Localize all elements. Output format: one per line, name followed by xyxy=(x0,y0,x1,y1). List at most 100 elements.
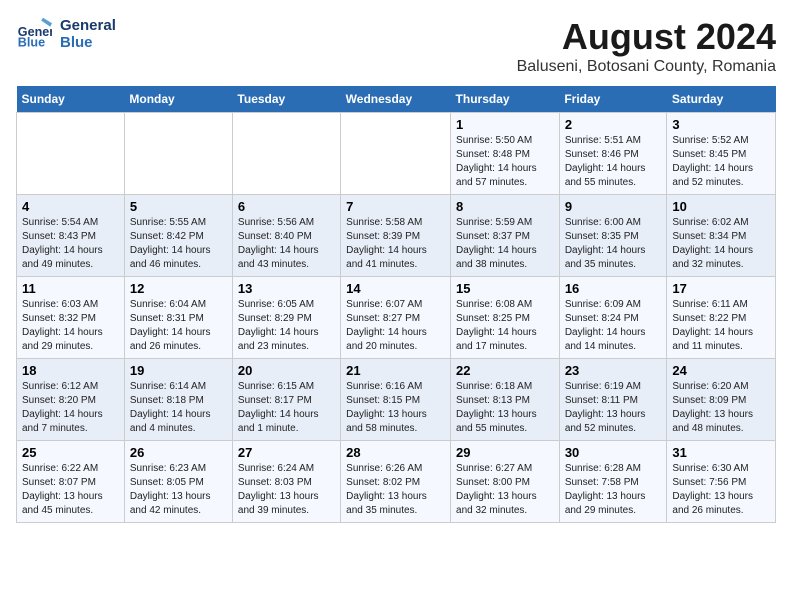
calendar-week-3: 11Sunrise: 6:03 AM Sunset: 8:32 PM Dayli… xyxy=(17,277,776,359)
header-wednesday: Wednesday xyxy=(341,86,451,113)
day-info: Sunrise: 6:19 AM Sunset: 8:11 PM Dayligh… xyxy=(565,380,662,436)
calendar-cell: 13 Sunrise: 6:05 AM Sunset: 8:29 PM Dayli… xyxy=(232,277,340,359)
calendar-cell xyxy=(124,113,232,195)
day-number: 2 xyxy=(565,117,662,132)
day-number: 30 xyxy=(565,445,662,460)
calendar-cell: 24Sunrise: 6:20 AM Sunset: 8:09 PM Dayli… xyxy=(667,359,776,441)
calendar-table: SundayMondayTuesdayWednesdayThursdayFrid… xyxy=(16,86,776,523)
header-tuesday: Tuesday xyxy=(232,86,340,113)
day-info: Sunrise: 6:24 AM Sunset: 8:03 PM Dayligh… xyxy=(238,462,335,518)
day-info: Sunrise: 6:16 AM Sunset: 8:15 PM Dayligh… xyxy=(346,380,445,436)
day-number: 21 xyxy=(346,363,445,378)
day-number: 3 xyxy=(672,117,770,132)
day-info: Sunrise: 6:08 AM Sunset: 8:25 PM Dayligh… xyxy=(456,298,554,354)
day-info: Sunrise: 5:54 AM Sunset: 8:43 PM Dayligh… xyxy=(22,216,119,272)
day-number: 6 xyxy=(238,199,335,214)
calendar-cell: 6 Sunrise: 5:56 AM Sunset: 8:40 PM Daylig… xyxy=(232,195,340,277)
day-number: 8 xyxy=(456,199,554,214)
day-info: Sunrise: 6:00 AM Sunset: 8:35 PM Dayligh… xyxy=(565,216,662,272)
calendar-cell: 18Sunrise: 6:12 AM Sunset: 8:20 PM Dayli… xyxy=(17,359,125,441)
day-info: Sunrise: 5:52 AM Sunset: 8:45 PM Dayligh… xyxy=(672,134,770,190)
calendar-week-4: 18Sunrise: 6:12 AM Sunset: 8:20 PM Dayli… xyxy=(17,359,776,441)
calendar-cell: 5Sunrise: 5:55 AM Sunset: 8:42 PM Daylig… xyxy=(124,195,232,277)
day-number: 24 xyxy=(672,363,770,378)
page-header: General Blue General Blue August 2024 Ba… xyxy=(16,16,776,76)
day-number: 28 xyxy=(346,445,445,460)
day-number: 13 xyxy=(238,281,335,296)
day-info: Sunrise: 6:12 AM Sunset: 8:20 PM Dayligh… xyxy=(22,380,119,436)
calendar-cell: 16 Sunrise: 6:09 AM Sunset: 8:24 PM Dayli… xyxy=(559,277,667,359)
calendar-cell: 22 Sunrise: 6:18 AM Sunset: 8:13 PM Dayli… xyxy=(451,359,560,441)
day-info: Sunrise: 6:22 AM Sunset: 8:07 PM Dayligh… xyxy=(22,462,119,518)
calendar-cell: 23 Sunrise: 6:19 AM Sunset: 8:11 PM Dayli… xyxy=(559,359,667,441)
day-info: Sunrise: 5:59 AM Sunset: 8:37 PM Dayligh… xyxy=(456,216,554,272)
svg-text:Blue: Blue xyxy=(18,36,45,50)
day-info: Sunrise: 6:28 AM Sunset: 7:58 PM Dayligh… xyxy=(565,462,662,518)
logo-line1: General xyxy=(60,17,116,34)
day-info: Sunrise: 6:30 AM Sunset: 7:56 PM Dayligh… xyxy=(672,462,770,518)
header-sunday: Sunday xyxy=(17,86,125,113)
day-info: Sunrise: 5:51 AM Sunset: 8:46 PM Dayligh… xyxy=(565,134,662,190)
day-info: Sunrise: 5:50 AM Sunset: 8:48 PM Dayligh… xyxy=(456,134,554,190)
day-info: Sunrise: 5:56 AM Sunset: 8:40 PM Dayligh… xyxy=(238,216,335,272)
header-monday: Monday xyxy=(124,86,232,113)
title-block: August 2024 Baluseni, Botosani County, R… xyxy=(517,16,776,76)
day-number: 11 xyxy=(22,281,119,296)
calendar-cell: 14Sunrise: 6:07 AM Sunset: 8:27 PM Dayli… xyxy=(341,277,451,359)
day-number: 10 xyxy=(672,199,770,214)
calendar-cell: 28 Sunrise: 6:26 AM Sunset: 8:02 PM Dayli… xyxy=(341,441,451,523)
day-info: Sunrise: 6:26 AM Sunset: 8:02 PM Dayligh… xyxy=(346,462,445,518)
calendar-cell: 19 Sunrise: 6:14 AM Sunset: 8:18 PM Dayli… xyxy=(124,359,232,441)
calendar-cell: 2 Sunrise: 5:51 AM Sunset: 8:46 PM Daylig… xyxy=(559,113,667,195)
calendar-cell: 4 Sunrise: 5:54 AM Sunset: 8:43 PM Daylig… xyxy=(17,195,125,277)
day-number: 26 xyxy=(130,445,227,460)
day-number: 17 xyxy=(672,281,770,296)
day-info: Sunrise: 6:04 AM Sunset: 8:31 PM Dayligh… xyxy=(130,298,227,354)
calendar-cell: 29Sunrise: 6:27 AM Sunset: 8:00 PM Dayli… xyxy=(451,441,560,523)
day-number: 31 xyxy=(672,445,770,460)
day-number: 23 xyxy=(565,363,662,378)
day-number: 4 xyxy=(22,199,119,214)
day-info: Sunrise: 6:05 AM Sunset: 8:29 PM Dayligh… xyxy=(238,298,335,354)
day-info: Sunrise: 6:23 AM Sunset: 8:05 PM Dayligh… xyxy=(130,462,227,518)
day-number: 20 xyxy=(238,363,335,378)
day-number: 16 xyxy=(565,281,662,296)
day-info: Sunrise: 6:18 AM Sunset: 8:13 PM Dayligh… xyxy=(456,380,554,436)
day-number: 14 xyxy=(346,281,445,296)
calendar-cell: 1 Sunrise: 5:50 AM Sunset: 8:48 PM Daylig… xyxy=(451,113,560,195)
day-number: 29 xyxy=(456,445,554,460)
day-info: Sunrise: 6:09 AM Sunset: 8:24 PM Dayligh… xyxy=(565,298,662,354)
calendar-cell: 26 Sunrise: 6:23 AM Sunset: 8:05 PM Dayli… xyxy=(124,441,232,523)
calendar-cell: 30 Sunrise: 6:28 AM Sunset: 7:58 PM Dayli… xyxy=(559,441,667,523)
calendar-cell: 7Sunrise: 5:58 AM Sunset: 8:39 PM Daylig… xyxy=(341,195,451,277)
day-info: Sunrise: 6:14 AM Sunset: 8:18 PM Dayligh… xyxy=(130,380,227,436)
logo: General Blue General Blue xyxy=(16,16,116,52)
calendar-cell: 3 Sunrise: 5:52 AM Sunset: 8:45 PM Daylig… xyxy=(667,113,776,195)
day-number: 22 xyxy=(456,363,554,378)
day-info: Sunrise: 5:55 AM Sunset: 8:42 PM Dayligh… xyxy=(130,216,227,272)
calendar-cell: 17 Sunrise: 6:11 AM Sunset: 8:22 PM Dayli… xyxy=(667,277,776,359)
calendar-cell: 25 Sunrise: 6:22 AM Sunset: 8:07 PM Dayli… xyxy=(17,441,125,523)
logo-line2: Blue xyxy=(60,34,116,51)
logo-icon: General Blue xyxy=(16,16,52,52)
calendar-week-1: 1 Sunrise: 5:50 AM Sunset: 8:48 PM Daylig… xyxy=(17,113,776,195)
calendar-cell: 12Sunrise: 6:04 AM Sunset: 8:31 PM Dayli… xyxy=(124,277,232,359)
header-friday: Friday xyxy=(559,86,667,113)
day-number: 15 xyxy=(456,281,554,296)
day-number: 9 xyxy=(565,199,662,214)
calendar-cell: 21 Sunrise: 6:16 AM Sunset: 8:15 PM Dayli… xyxy=(341,359,451,441)
calendar-cell: 31 Sunrise: 6:30 AM Sunset: 7:56 PM Dayli… xyxy=(667,441,776,523)
day-number: 25 xyxy=(22,445,119,460)
day-number: 19 xyxy=(130,363,227,378)
subtitle: Baluseni, Botosani County, Romania xyxy=(517,58,776,76)
day-info: Sunrise: 6:02 AM Sunset: 8:34 PM Dayligh… xyxy=(672,216,770,272)
calendar-cell xyxy=(17,113,125,195)
day-number: 1 xyxy=(456,117,554,132)
calendar-cell xyxy=(341,113,451,195)
calendar-cell: 9 Sunrise: 6:00 AM Sunset: 8:35 PM Daylig… xyxy=(559,195,667,277)
calendar-week-5: 25 Sunrise: 6:22 AM Sunset: 8:07 PM Dayli… xyxy=(17,441,776,523)
calendar-cell xyxy=(232,113,340,195)
day-number: 7 xyxy=(346,199,445,214)
day-info: Sunrise: 6:11 AM Sunset: 8:22 PM Dayligh… xyxy=(672,298,770,354)
header-saturday: Saturday xyxy=(667,86,776,113)
